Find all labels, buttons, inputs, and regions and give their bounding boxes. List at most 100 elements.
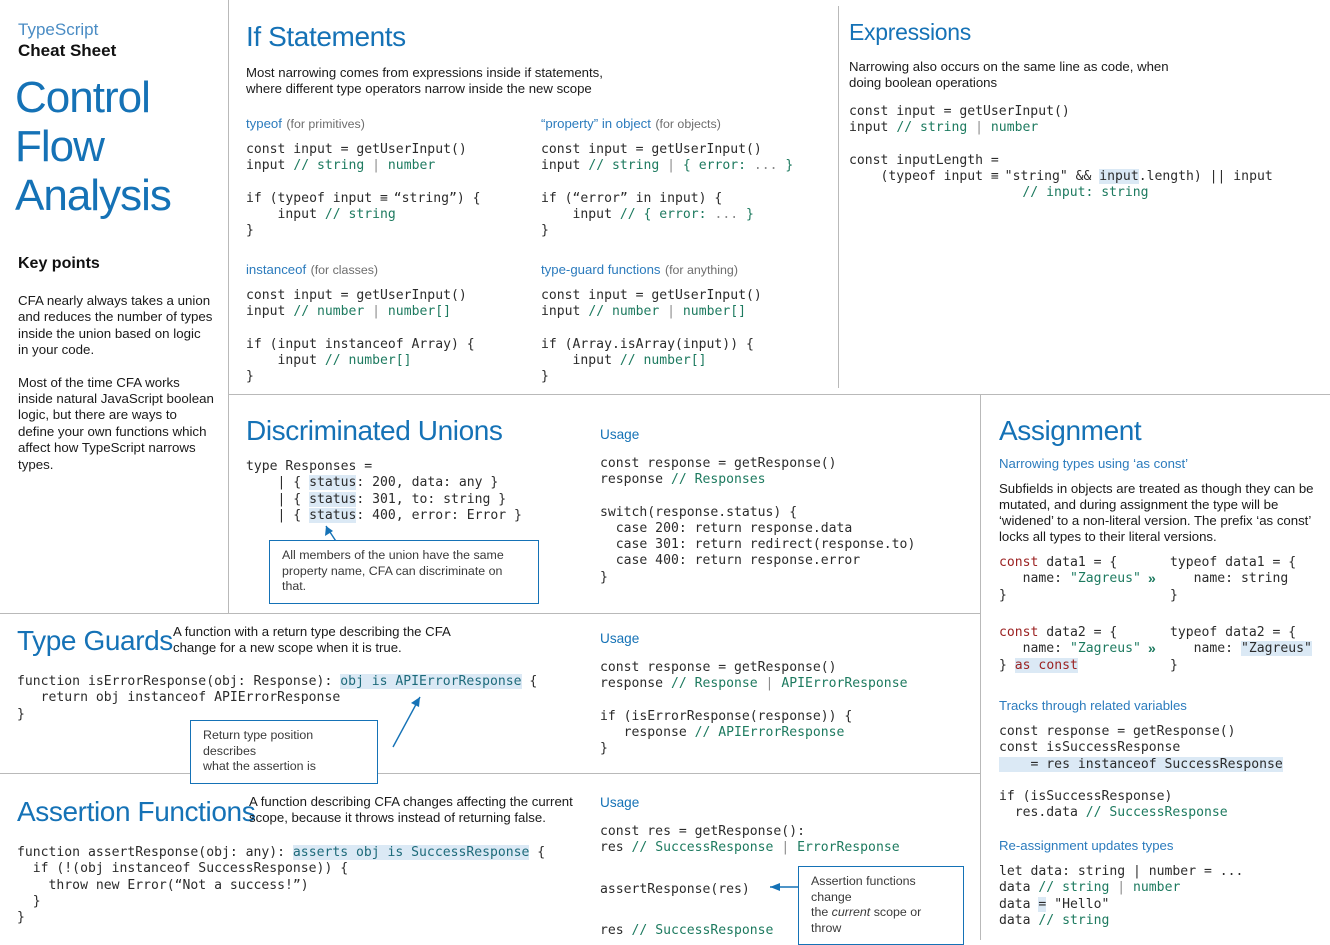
assertion-functions-code-line-1: function assertResponse(obj: any): asser…: [17, 845, 545, 861]
assignment-example-2-right: typeof data2 = { name: "Zagreus" }: [1170, 625, 1312, 674]
if-card-property-code-block: if (“error” in input) { input // { error…: [541, 191, 831, 240]
assignment-example-2-left: const data2 = { name: "Zagreus" } as con…: [999, 625, 1141, 674]
expressions-code-line-1: const input = getUserInput(): [849, 104, 1319, 120]
assignment-description: Subfields in objects are treated as thou…: [999, 481, 1319, 545]
assertion-functions-callout-line-2: the current scope or throw: [811, 905, 953, 936]
type-guards-usage-line-4: response // APIErrorResponse: [600, 725, 970, 741]
discriminated-unions-code-head: type Responses =: [246, 459, 576, 475]
assertion-functions-code-line-2: if (!(obj instanceof SuccessResponse)) {: [17, 861, 545, 877]
assertion-functions-code-line-3: throw new Error(“Not a success!”): [17, 878, 545, 894]
if-card-property-header: “property” in object (for objects): [541, 115, 831, 133]
assertion-functions-usage-line-2: res // SuccessResponse | ErrorResponse: [600, 840, 970, 856]
divider-vertical-expressions: [838, 6, 839, 388]
if-card-typeof-code-block: if (typeof input ≡ “string”) { input // …: [246, 191, 536, 240]
expressions-code-line-2: input // string | number: [849, 120, 1319, 136]
assignment-example-1-right: typeof data1 = { name: string }: [1170, 555, 1296, 604]
type-guards-callout: Return type position describes what the …: [190, 720, 378, 784]
assignment-example-1-left-line-2: name: "Zagreus": [999, 571, 1141, 587]
assertion-functions-usage-label: Usage: [600, 795, 970, 810]
assignment-reassignment-line-1: let data: string | number = ...: [999, 864, 1324, 880]
if-statements-section: If Statements Most narrowing comes from …: [246, 20, 826, 97]
cheat-sheet-page: TypeScript Cheat Sheet Control Flow Anal…: [0, 0, 1330, 940]
type-guards-description: A function with a return type describing…: [173, 624, 593, 656]
if-card-instanceof: instanceof (for classes) const input = g…: [246, 261, 536, 385]
assignment-reassignment-line-3: data = "Hello": [999, 897, 1324, 913]
assignment-example-2-right-line-3: }: [1170, 658, 1312, 674]
divider-horizontal-assertion: [0, 773, 980, 774]
brand-header: TypeScript Cheat Sheet: [18, 20, 218, 61]
if-card-type-guard-label: type-guard functions: [541, 262, 661, 277]
expressions-description: Narrowing also occurs on the same line a…: [849, 59, 1319, 91]
discriminated-unions-usage-label: Usage: [600, 427, 970, 442]
if-card-type-guard-code-line-2: input // number | number[]: [541, 304, 831, 320]
expressions-code-line-4: (typeof input ≡ "string" && input.length…: [849, 169, 1319, 185]
type-guards-code-line-1: function isErrorResponse(obj: Response):…: [17, 674, 537, 690]
discriminated-unions-title: Discriminated Unions: [246, 414, 576, 447]
assertion-functions-callout: Assertion functions change the current s…: [798, 866, 964, 945]
if-card-property-label: “property” in object: [541, 116, 651, 131]
assertion-functions-title: Assertion Functions: [17, 795, 255, 828]
expressions-title: Expressions: [849, 18, 1319, 46]
discriminated-unions-row: | { status: 400, error: Error }: [246, 508, 576, 524]
type-guards-heading: Type Guards: [17, 624, 173, 657]
brand-product: TypeScript: [18, 20, 218, 40]
assertion-functions-heading: Assertion Functions: [17, 795, 255, 828]
assignment-example-2-left-line-1: const data2 = {: [999, 625, 1141, 641]
assignment-reassignment-line-2: data // string | number: [999, 880, 1324, 896]
key-points-heading: Key points: [18, 255, 214, 273]
if-card-property-code-line-1: const input = getUserInput(): [541, 142, 831, 158]
type-guards-usage: Usage const response = getResponse() res…: [600, 631, 970, 757]
type-guards-usage-line-5: }: [600, 741, 970, 757]
expressions-section: Expressions Narrowing also occurs on the…: [849, 18, 1319, 201]
assignment-tracks-line-5: res.data // SuccessResponse: [999, 805, 1324, 821]
if-card-instanceof-header: instanceof (for classes): [246, 261, 536, 279]
if-card-type-guard-functions: type-guard functions (for anything) cons…: [541, 261, 831, 385]
page-title-line-3: Analysis: [15, 171, 225, 220]
key-points-paragraph-1: CFA nearly always takes a union and redu…: [18, 293, 214, 359]
assignment-example-1-right-line-3: }: [1170, 588, 1296, 604]
if-card-type-guard-code-block: if (Array.isArray(input)) { input // num…: [541, 337, 831, 386]
page-title: Control Flow Analysis: [15, 73, 225, 220]
if-card-instanceof-label: instanceof: [246, 262, 306, 277]
assertion-functions-description: A function describing CFA changes affect…: [249, 794, 589, 826]
if-statements-description: Most narrowing comes from expressions in…: [246, 65, 826, 97]
type-guards-callout-arrow: [380, 690, 450, 750]
if-card-typeof: typeof (for primitives) const input = ge…: [246, 115, 536, 239]
if-card-type-guard-note: (for anything): [665, 263, 738, 277]
brand-kind: Cheat Sheet: [18, 40, 218, 61]
discriminated-unions-usage-block: switch(response.status) { case 200: retu…: [600, 505, 970, 586]
if-card-property-in-object: “property” in object (for objects) const…: [541, 115, 831, 239]
divider-horizontal-top: [228, 394, 1330, 395]
assignment-tracks-line-4: if (isSuccessResponse): [999, 789, 1324, 805]
if-statements-title: If Statements: [246, 20, 826, 53]
assignment-subheading-tracks: Tracks through related variables: [999, 698, 1324, 713]
assertion-functions-callout-line-1: Assertion functions change: [811, 874, 953, 905]
if-card-type-guard-header: type-guard functions (for anything): [541, 261, 831, 279]
assertion-functions-code: function assertResponse(obj: any): asser…: [17, 845, 545, 926]
discriminated-unions-callout: All members of the union have the same p…: [269, 540, 539, 604]
key-points-section: Key points CFA nearly always takes a uni…: [18, 255, 214, 473]
type-guards-title: Type Guards: [17, 624, 173, 657]
if-card-typeof-note: (for primitives): [286, 117, 364, 131]
assignment-tracks-line-3: = res instanceof SuccessResponse: [999, 757, 1324, 773]
assignment-example-1-arrow-icon: »: [1148, 570, 1156, 586]
discriminated-unions-section: Discriminated Unions type Responses = | …: [246, 414, 576, 524]
assignment-subheading-reassignment: Re-assignment updates types: [999, 838, 1324, 853]
assignment-example-2-right-line-2: name: "Zagreus": [1170, 641, 1312, 657]
divider-vertical-assignment: [980, 394, 981, 940]
if-card-typeof-code-line-1: const input = getUserInput(): [246, 142, 536, 158]
assignment-title: Assignment: [999, 414, 1324, 447]
assertion-functions-code-line-4: }: [17, 894, 545, 910]
if-card-typeof-label: typeof: [246, 116, 282, 131]
discriminated-unions-row: | { status: 200, data: any }: [246, 475, 576, 491]
type-guards-usage-line-1: const response = getResponse(): [600, 660, 970, 676]
assignment-example-1-right-line-1: typeof data1 = {: [1170, 555, 1296, 571]
assignment-section: Assignment Narrowing types using ‘as con…: [999, 414, 1324, 545]
if-card-typeof-code-line-2: input // string | number: [246, 158, 536, 174]
discriminated-unions-usage-line-1: const response = getResponse(): [600, 456, 970, 472]
type-guards-code-line-2: return obj instanceof APIErrorResponse: [17, 690, 537, 706]
page-title-line-1: Control: [15, 73, 225, 122]
divider-vertical-left-column: [228, 0, 229, 394]
if-card-instanceof-note: (for classes): [311, 263, 378, 277]
if-card-property-code-line-2: input // string | { error: ... }: [541, 158, 831, 174]
